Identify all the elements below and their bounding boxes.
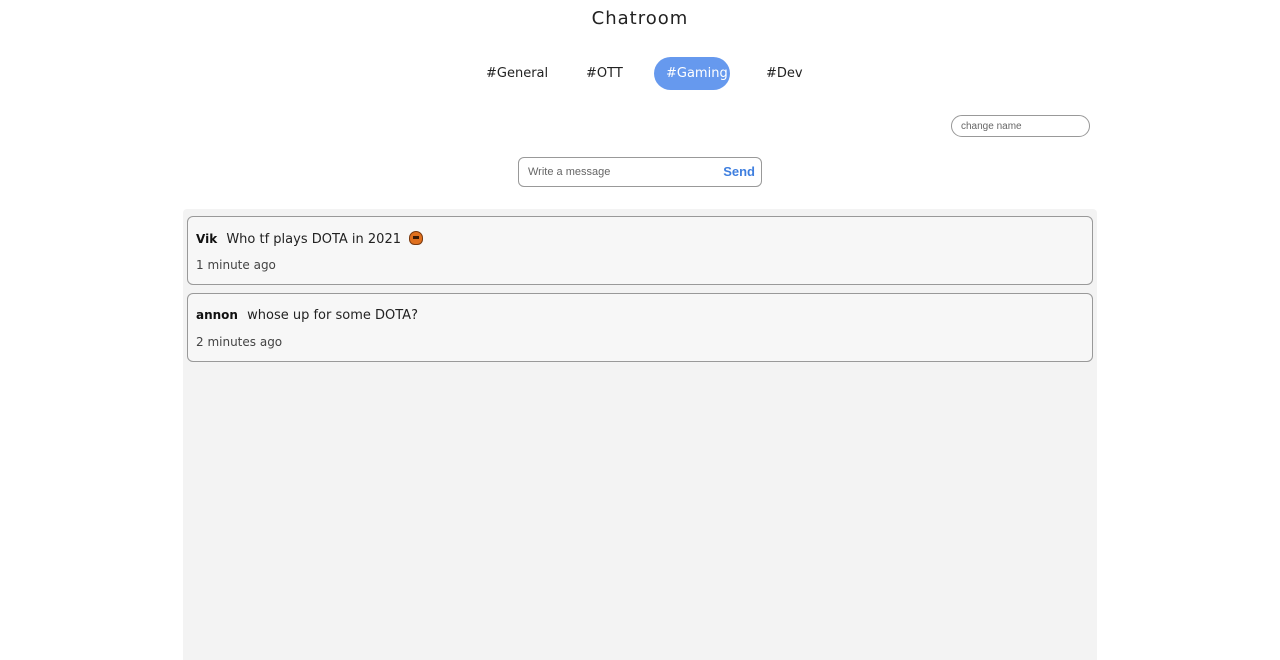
tab-dev[interactable]: #Dev xyxy=(754,57,806,90)
message-text: Who tf plays DOTA in 2021 xyxy=(226,232,401,247)
message-line: annon whose up for some DOTA? xyxy=(196,308,418,323)
message-feed[interactable]: Vik Who tf plays DOTA in 2021 1 minute a… xyxy=(183,209,1097,660)
change-name-input[interactable] xyxy=(951,115,1090,137)
message-author: annon xyxy=(196,308,238,322)
tab-general[interactable]: #General xyxy=(474,57,550,90)
message-input[interactable] xyxy=(519,159,720,185)
message-author: Vik xyxy=(196,232,218,246)
page-title: Chatroom xyxy=(591,8,689,29)
channel-tabs: #General #OTT #Gaming #Dev xyxy=(0,57,1280,90)
message-composer: Send xyxy=(518,157,762,187)
send-button[interactable]: Send xyxy=(719,164,761,181)
message-line: Vik Who tf plays DOTA in 2021 xyxy=(196,231,424,247)
message-timestamp: 1 minute ago xyxy=(196,258,276,272)
tab-ott[interactable]: #OTT xyxy=(574,57,630,90)
angry-face-icon xyxy=(409,231,424,245)
message-text: whose up for some DOTA? xyxy=(247,308,418,323)
tab-gaming[interactable]: #Gaming xyxy=(654,57,730,90)
message-item: Vik Who tf plays DOTA in 2021 1 minute a… xyxy=(187,216,1093,285)
message-item: annon whose up for some DOTA? 2 minutes … xyxy=(187,293,1093,362)
message-timestamp: 2 minutes ago xyxy=(196,335,283,349)
